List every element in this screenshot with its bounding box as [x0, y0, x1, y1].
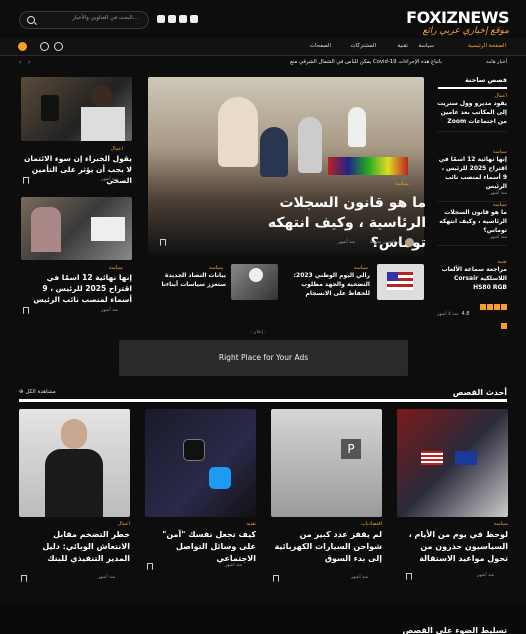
latest-card[interactable]: اعمال خطر التضخم مقابل الانتعاش الوبائي:… [19, 409, 130, 565]
latest-card-title[interactable]: كيف تجعل نفسك "آمن" على وسائل التواصل ال… [145, 529, 256, 565]
card-category[interactable]: سياسة [109, 265, 123, 271]
mini-card-image-people[interactable] [231, 264, 278, 300]
ticker-text[interactable]: يمكن للناس في الشمال الشرقي منع Covid-19… [290, 59, 442, 65]
latest-card-image[interactable] [397, 409, 508, 517]
breaking-ticker: ‹ › يمكن للناس في الشمال الشرقي منع Covi… [0, 56, 526, 70]
latest-card[interactable]: سياسة لوحظ في يوم من الأيام ، السياسيون … [397, 409, 508, 565]
card-category[interactable]: اعمال [111, 146, 123, 152]
bookmark-icon[interactable] [273, 575, 279, 582]
author-avatar[interactable] [405, 238, 414, 247]
ticker-next-icon[interactable]: › [28, 59, 30, 66]
latest-card-image[interactable]: P [271, 409, 382, 517]
latest-heading-rule [19, 399, 507, 402]
latest-card-category[interactable]: تقنية [145, 521, 256, 527]
hero-time: منذ أشهر [338, 240, 356, 245]
latest-card-category[interactable]: اعمال [19, 521, 130, 527]
card-title[interactable]: إنها نهائية 12 اسمًا في اقتراح 2025 للرئ… [21, 272, 132, 305]
nav-item-tech[interactable]: تقنية [397, 43, 408, 49]
card-meta: منذ أشهر [101, 177, 119, 182]
mini-card-title[interactable]: بيانات التصاد الجديدة ستعزز سياسات أبناء… [150, 271, 226, 289]
main-nav: الصفحة الرئيسية سياسة تقنية المشتركات ال… [0, 38, 526, 56]
latest-card-image[interactable] [145, 409, 256, 517]
facebook-icon[interactable] [190, 15, 198, 23]
search-box[interactable]: البحث في العناوين والأخبار... [19, 11, 149, 29]
latest-card-meta: منذ أشهر [98, 575, 116, 580]
latest-card-image[interactable] [19, 409, 130, 517]
ad-banner[interactable]: Right Place for Your Ads [119, 340, 408, 376]
latest-card-title[interactable]: لم يقفز عدد كبير من شواحن السيارات الكهر… [271, 529, 383, 565]
site-logo[interactable]: FOXIZNEWS موقع إخباري عربي رائع [406, 8, 509, 37]
sidebar-heading-rule [438, 87, 507, 89]
ad-text: Right Place for Your Ads [218, 353, 309, 362]
bookmark-icon[interactable] [406, 573, 412, 580]
rating-value: 4.8 [461, 311, 470, 317]
spotlight-heading: تسليط الضوء على القصص [402, 626, 507, 634]
bookmark-icon[interactable] [23, 307, 29, 314]
ad-label: - إعلان - [250, 330, 267, 335]
sidebar-item-title[interactable]: إنها نهائية 12 اسمًا في اقتراح 2025 للرئ… [437, 155, 507, 191]
logo-tagline: موقع إخباري عربي رائع [422, 26, 509, 36]
latest-heading: أحدث القصص [452, 388, 507, 397]
latest-card[interactable]: تقنية كيف تجعل نفسك "آمن" على وسائل التو… [145, 409, 256, 565]
search-placeholder: البحث في العناوين والأخبار... [72, 15, 138, 21]
latest-card-meta: منذ أشهر [351, 575, 369, 580]
nav-item-politics[interactable]: سياسة [418, 43, 434, 49]
ticker-label: أخبار هامة [485, 59, 507, 65]
sidebar-item-meta: منذ أشهر [489, 191, 507, 196]
latest-card-category[interactable]: اقتصاديات [271, 521, 382, 527]
sidebar-item-title[interactable]: يقود مديرو وول ستريت إلى المكاتب بعد عام… [437, 99, 507, 126]
latest-card-title[interactable]: خطر التضخم مقابل الانتعاش الوبائي: دليل … [19, 529, 130, 565]
latest-card-title[interactable]: لوحظ في يوم من الأيام ، السياسيون حذرون … [397, 529, 508, 565]
sidebar-item-title[interactable]: مراجعة سماعة الألعاب اللاسلكية Corsair H… [437, 265, 507, 292]
sidebar-heading: قصص ساخنة [465, 76, 507, 84]
hero-category[interactable]: سياسة [395, 181, 409, 187]
card-image-reading[interactable] [21, 197, 132, 260]
rating-stars [472, 295, 507, 333]
sidebar-item[interactable]: تقنية مراجعة سماعة الألعاب اللاسلكية Cor… [437, 259, 507, 338]
sidebar-item[interactable]: سياسة إنها نهائية 12 اسمًا في اقتراح 202… [437, 149, 507, 202]
logo-wordmark: FOXIZNEWS [406, 8, 509, 27]
youtube-icon[interactable] [168, 15, 176, 23]
nav-item-subscriptions[interactable]: المشتركات [351, 43, 376, 49]
card-image-press[interactable] [21, 77, 132, 141]
bookmark-icon[interactable] [147, 563, 153, 570]
rss-icon[interactable] [157, 15, 165, 23]
sidebar-item-title[interactable]: ما هو قانون السجلات الرئاسية ، وكيف انته… [437, 208, 507, 235]
nav-item-pages[interactable]: الصفحات [310, 43, 331, 49]
view-all-label: مشاهدة الكل [25, 389, 56, 395]
ticker-prev-icon[interactable]: ‹ [19, 59, 21, 66]
sidebar-item-meta: منذ أشهر [489, 235, 507, 240]
latest-card-meta: منذ أشهر [477, 573, 495, 578]
latest-card-category[interactable]: سياسة [397, 521, 508, 527]
sidebar-item[interactable]: اعمال يقود مديرو وول ستريت إلى المكاتب ب… [437, 93, 507, 132]
dark-mode-toggle-icon[interactable] [18, 42, 27, 51]
latest-card[interactable]: P اقتصاديات لم يقفز عدد كبير من شواحن ال… [271, 409, 382, 565]
sidebar-item[interactable]: سياسة ما هو قانون السجلات الرئاسية ، وكي… [437, 202, 507, 246]
view-all-link[interactable]: ⊕ مشاهدة الكل [19, 389, 56, 395]
sidebar-item-meta: منذ 4 أشهر [437, 311, 459, 317]
hero-author[interactable]: أبو الحسن منيسة [370, 240, 402, 245]
bell-icon[interactable] [40, 42, 49, 51]
mini-card-image-flag[interactable] [377, 264, 424, 300]
card-meta: منذ أشهر [101, 308, 119, 313]
mini-card-title[interactable]: رالي اليوم الوطني 2023: التضحية والجهد م… [290, 271, 370, 298]
nav-item-home[interactable]: الصفحة الرئيسية [468, 43, 506, 49]
latest-card-meta: منذ أشهر [225, 563, 243, 568]
search-icon[interactable] [27, 16, 35, 24]
twitter-icon[interactable] [179, 15, 187, 23]
user-icon[interactable] [54, 42, 63, 51]
bookmark-icon[interactable] [21, 575, 27, 582]
